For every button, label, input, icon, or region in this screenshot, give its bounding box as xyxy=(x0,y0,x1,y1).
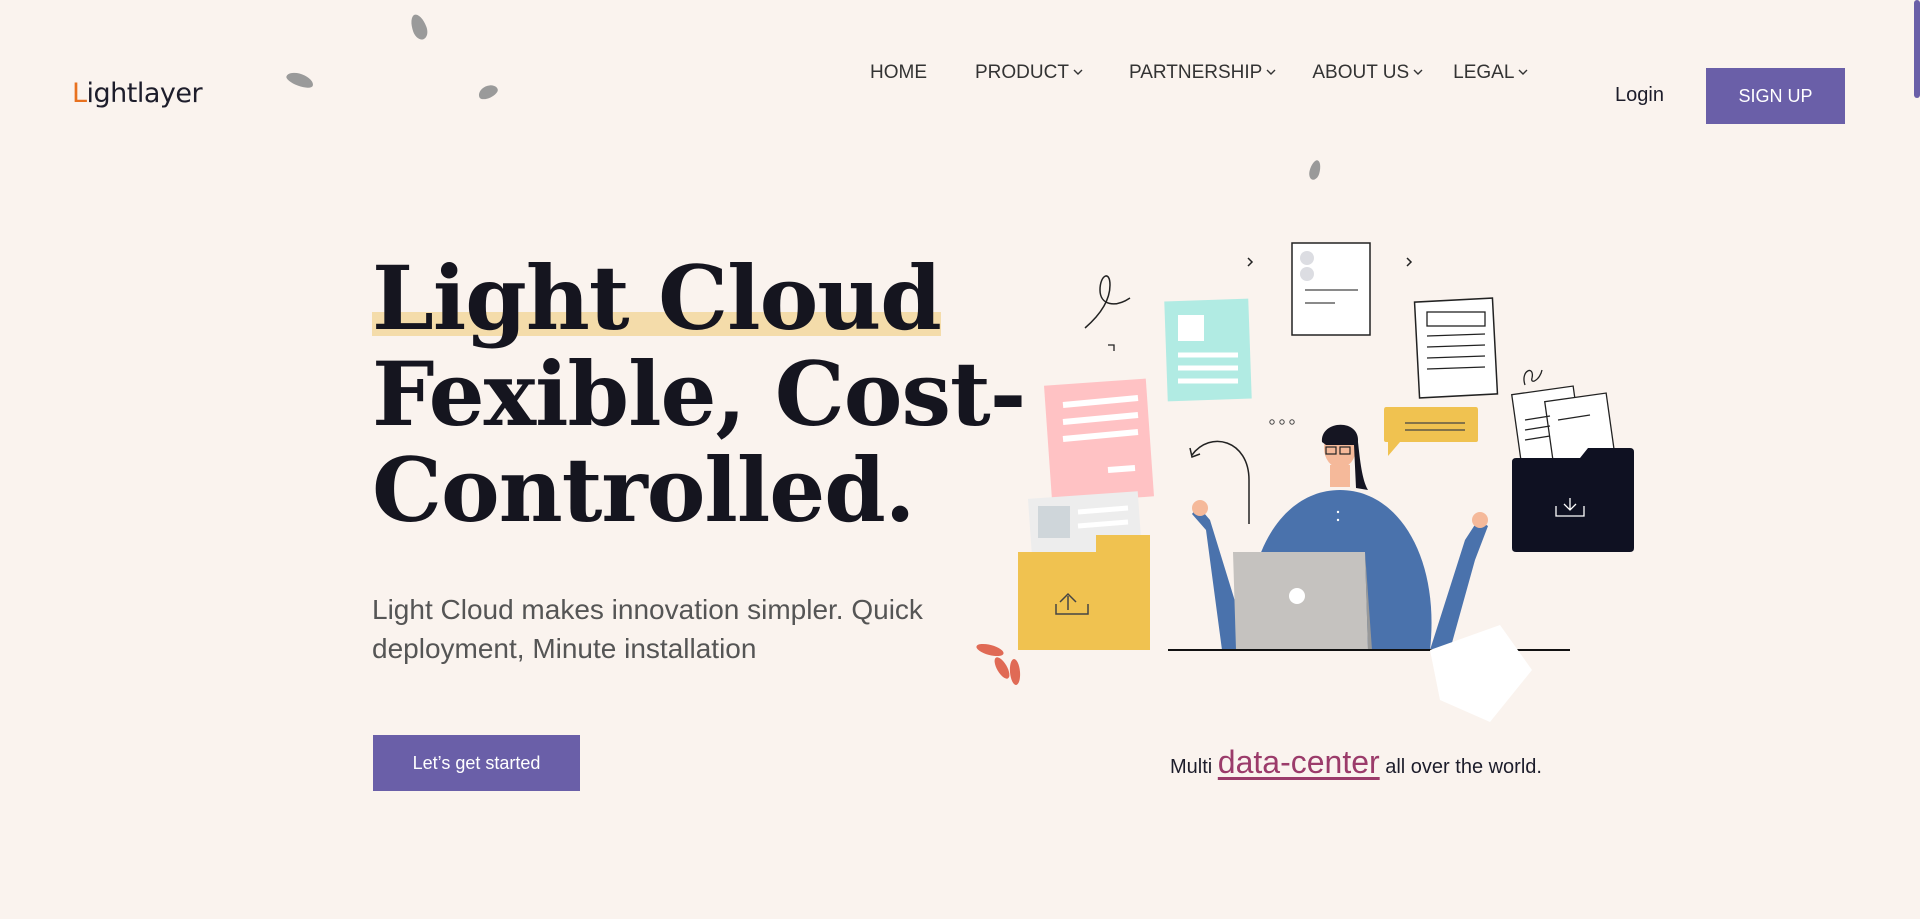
nav-item-label: PRODUCT xyxy=(975,62,1069,83)
data-center-link[interactable]: data-center xyxy=(1218,744,1380,780)
nav-item-home[interactable]: HOME xyxy=(870,62,927,84)
login-link[interactable]: Login xyxy=(1615,84,1664,107)
chevron-down-icon xyxy=(1518,69,1528,75)
nav-item-legal[interactable]: LEGAL xyxy=(1453,62,1528,84)
tagline: Multi data-center all over the world. xyxy=(1170,744,1542,781)
tagline-prefix: Multi xyxy=(1170,756,1218,778)
tagline-suffix: all over the world. xyxy=(1379,756,1542,778)
chevron-down-icon xyxy=(1413,69,1423,75)
nav-item-about-us[interactable]: ABOUT US xyxy=(1312,62,1423,84)
nav-item-label: ABOUT US xyxy=(1312,62,1410,83)
hero-subtitle: Light Cloud makes innovation simpler. Qu… xyxy=(372,594,923,664)
nav-item-product[interactable]: PRODUCT xyxy=(975,62,1083,84)
hero-title-line-2: Fexible, Cost- xyxy=(372,342,1026,446)
main-nav: HOME PRODUCT PARTNERSHIP ABOUT US LEGAL xyxy=(870,62,1574,84)
nav-item-label: LEGAL xyxy=(1453,62,1515,83)
get-started-button[interactable]: Let’s get started xyxy=(373,735,580,791)
logo-letter: L xyxy=(72,78,87,109)
site-header: Lightlayer HOME PRODUCT PARTNERSHIP ABOU… xyxy=(0,0,1920,190)
hero-title-line-1: Light Cloud xyxy=(372,246,942,350)
nav-item-label: HOME xyxy=(870,62,927,83)
chevron-down-icon xyxy=(1266,69,1276,75)
chevron-down-icon xyxy=(1073,69,1083,75)
signup-button[interactable]: SIGN UP xyxy=(1706,68,1845,124)
hero-title: Light Cloud Fexible, Cost- Controlled. xyxy=(372,250,1026,542)
logo-text: ightlayer xyxy=(86,78,203,109)
nav-item-label: PARTNERSHIP xyxy=(1128,62,1263,83)
nav-item-partnership[interactable]: PARTNERSHIP xyxy=(1129,62,1276,84)
hero-title-line-3: Controlled. xyxy=(372,438,915,542)
hero-illustration xyxy=(976,242,1634,722)
logo[interactable]: Lightlayer xyxy=(72,78,203,109)
